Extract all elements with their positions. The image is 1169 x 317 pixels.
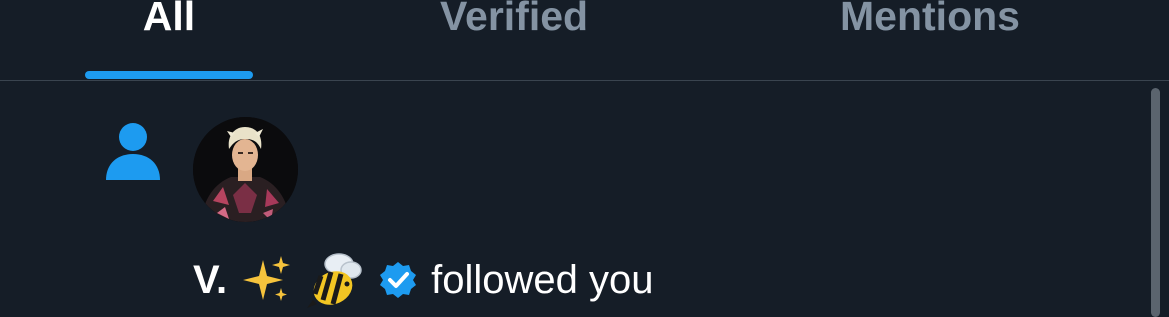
user-name[interactable]: V. <box>193 258 227 303</box>
notifications-screen: All Verified Mentions V. followed you <box>0 0 1169 317</box>
person-icon <box>106 123 160 180</box>
avatar[interactable] <box>193 117 298 222</box>
tab-verified[interactable]: Verified <box>400 0 628 46</box>
tab-all[interactable]: All <box>85 0 253 46</box>
active-tab-indicator <box>85 71 253 79</box>
notification-text: V. followed you <box>193 248 654 312</box>
notification-tabs: All Verified Mentions <box>0 0 1169 81</box>
avatar-photo <box>193 117 298 222</box>
bee-emoji <box>307 253 362 308</box>
sparkles-emoji <box>243 256 291 301</box>
notification-action: followed you <box>431 257 654 302</box>
tab-mentions[interactable]: Mentions <box>790 0 1070 46</box>
scrollbar[interactable] <box>1151 88 1160 317</box>
verified-badge-icon <box>380 262 417 298</box>
